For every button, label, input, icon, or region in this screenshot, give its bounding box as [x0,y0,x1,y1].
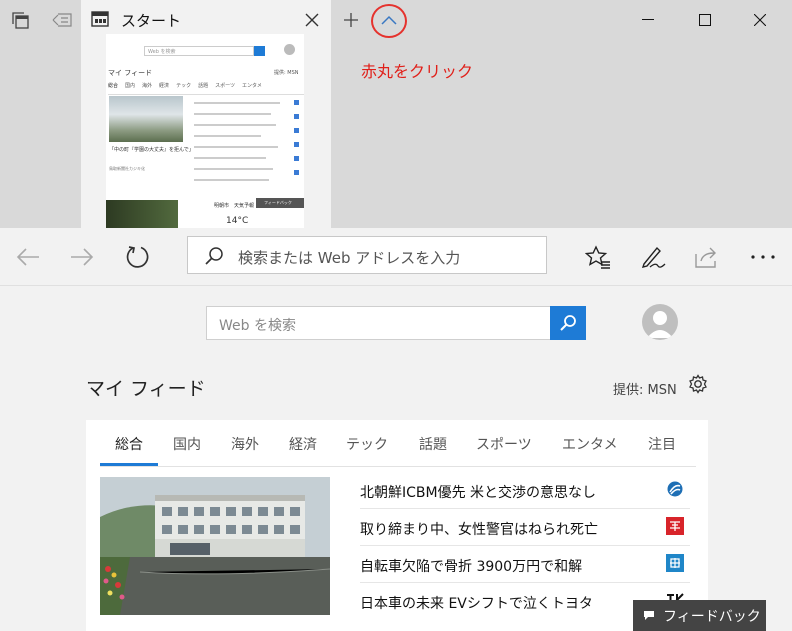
preview-tabs: 総合 国内 海外 経済 テック 話題 スポーツ エンタメ [108,82,304,95]
web-search-button[interactable] [550,306,586,340]
tab-economy[interactable]: 経済 [289,434,317,454]
back-icon[interactable] [11,240,45,274]
news-feed: 総合 国内 海外 経済 テック 話題 スポーツ エンタメ 注目 北朝鮮ICBM優… [86,420,708,631]
news-item[interactable]: 取り締まり中、女性警官はねられ死亡 [360,509,690,546]
web-search-placeholder: Web を検索 [219,318,296,334]
news-item[interactable]: 北朝鮮ICBM優先 米と交渉の意思なし [360,472,690,509]
web-search-input[interactable]: Web を検索 [206,306,586,340]
close-tab-icon[interactable] [300,8,324,32]
preview-temp: 14°C [226,216,249,226]
maximize-button[interactable] [685,4,725,36]
feedback-button[interactable]: フィードバック [633,600,766,631]
news-title: 北朝鮮ICBM優先 米と交渉の意思なし [360,485,597,501]
mainichi-logo-icon [666,517,684,535]
web-note-icon[interactable] [636,240,670,274]
favorites-icon[interactable] [581,240,615,274]
instruction-annotation: 赤丸をクリック [361,62,474,81]
preview-search-button [254,46,265,56]
tab-featured[interactable]: 注目 [648,434,676,454]
start-page-icon [91,11,109,27]
preview-source: 鳥取新聞社カジキ化 [109,166,145,171]
tab-title: スタート [121,12,182,30]
tab-sports[interactable]: スポーツ [476,434,532,454]
mainichi-logo-icon [666,554,684,572]
preview-avatar [284,44,295,55]
feed-tabs: 総合 国内 海外 経済 テック 話題 スポーツ エンタメ 注目 [100,420,696,467]
close-window-button[interactable] [740,4,780,36]
active-tab-indicator [100,463,158,466]
preview-news-logos [294,100,299,180]
address-placeholder: 検索または Web アドレスを入力 [238,249,461,267]
search-icon [560,315,576,331]
avatar[interactable] [642,304,678,340]
preview-feedback: フィードバック [256,198,304,208]
tab-tech[interactable]: テック [346,434,388,454]
feed-provider: 提供: MSN [613,383,677,398]
click-here-marker [371,4,407,38]
news-title: 自転車欠陥で骨折 3900万円で和解 [360,559,583,575]
tab-topics[interactable]: 話題 [419,434,447,454]
tab-start[interactable]: スタート Web を検索 マイ フィード 提供: MSN 総合 国内 海外 経済 テック… [81,0,331,228]
tab-domestic[interactable]: 国内 [173,434,201,454]
gear-icon[interactable] [688,374,708,394]
tab-entertainment[interactable]: エンタメ [562,434,618,454]
jiji-logo-icon [666,480,684,498]
preview-search: Web を検索 [144,46,254,56]
more-icon[interactable] [746,240,780,274]
news-title: 日本車の未来 EVシフトで泣くトヨタ [360,596,593,612]
preview-feed-title: マイ フィード [108,69,153,77]
start-page: Web を検索 マイ フィード 提供: MSN 総合 国内 海外 経済 テック … [0,286,792,631]
title-bar: スタート Web を検索 マイ フィード 提供: MSN 総合 国内 海外 経済 テック… [0,0,792,228]
set-aside-tabs-icon[interactable] [50,8,74,32]
minimize-button[interactable] [628,4,668,36]
preview-provider: 提供: MSN [274,70,299,76]
tab-general[interactable]: 総合 [115,434,143,454]
preview-weather: 明朝市 天気予報 [214,203,255,209]
share-icon[interactable] [690,240,724,274]
preview-caption: 「中の町『学園の大丈夫』を拒んで」 [109,147,194,153]
tab-international[interactable]: 海外 [231,434,259,454]
preview-sports-photo [106,200,178,228]
forward-icon[interactable] [65,240,99,274]
address-bar[interactable]: 検索または Web アドレスを入力 [187,236,547,274]
news-photo[interactable] [100,477,330,615]
search-icon [204,246,224,270]
tab-manager-icon[interactable] [8,8,32,32]
new-tab-icon[interactable] [339,8,363,32]
news-title: 取り締まり中、女性警官はねられ死亡 [360,522,598,538]
preview-photo [109,96,183,142]
preview-news-list [194,98,290,190]
refresh-icon[interactable] [121,240,155,274]
feedback-icon [643,609,655,625]
feed-title: マイ フィード [86,378,206,400]
feedback-label: フィードバック [663,609,761,625]
news-item[interactable]: 自転車欠陥で骨折 3900万円で和解 [360,546,690,583]
navigation-bar: 検索または Web アドレスを入力 [0,228,792,286]
tab-preview: Web を検索 マイ フィード 提供: MSN 総合 国内 海外 経済 テック 話題 スポー… [106,34,304,228]
